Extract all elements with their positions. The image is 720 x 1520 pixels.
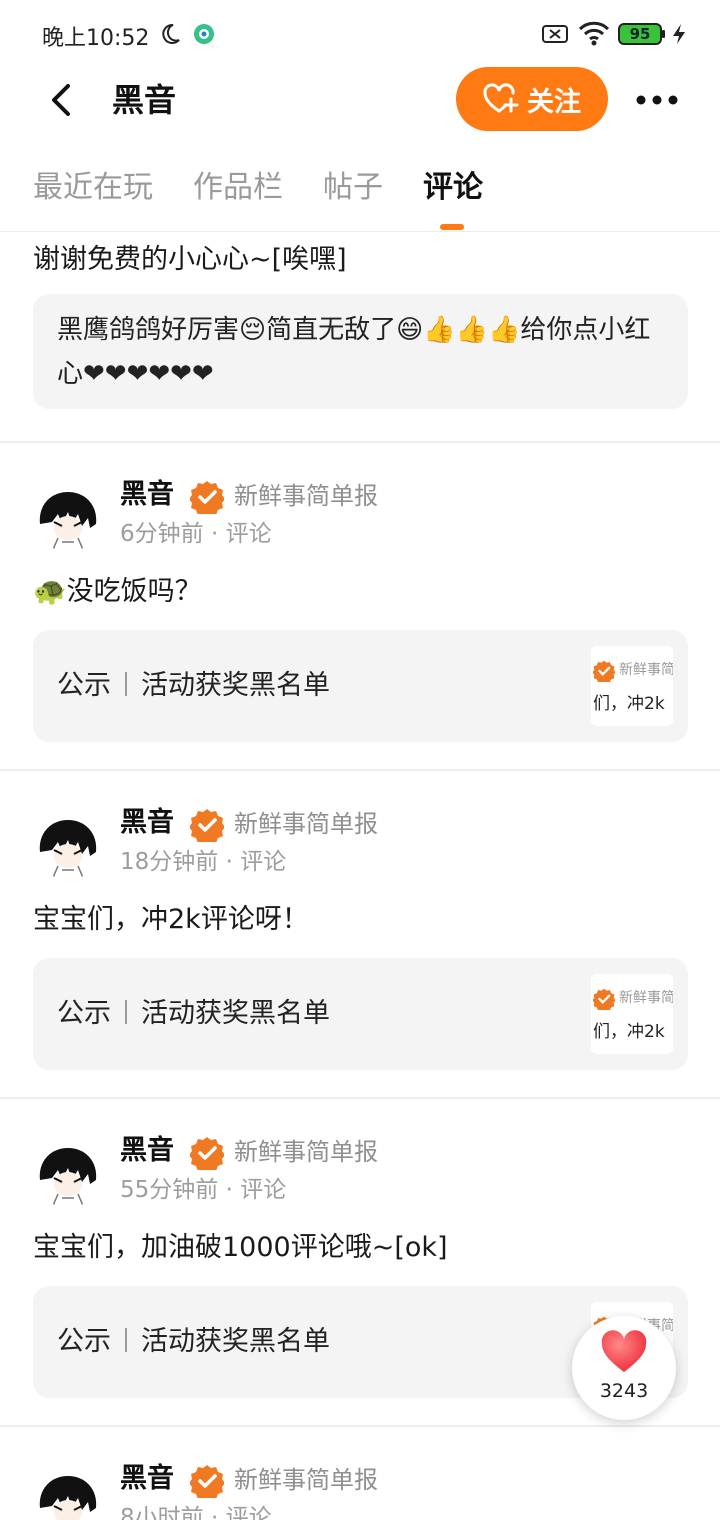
post-meta: 6分钟前 · 评论 [120,521,272,547]
author-source: 新鲜事简单报 [234,1138,378,1166]
referenced-post-title: 公示 活动获奖黑名单 [57,1322,330,1362]
ref-prefix: 公示 [57,670,111,701]
tab-recent-played[interactable]: 最近在玩 [33,168,153,208]
avatar-image [36,488,100,552]
referenced-post-card[interactable]: 公示 活动获奖黑名单 新鲜事简 们，冲2k [33,630,688,742]
tab-comments[interactable]: 评论 [423,168,483,208]
tab-works[interactable]: 作品栏 [193,168,283,208]
post-meta: 8小时前 · 评论 [120,1505,272,1520]
ref-prefix: 公示 [57,1326,111,1357]
quoted-comment-card[interactable]: 黑鹰鸽鸽好厉害😔简直无敌了😄👍👍👍给你点小红心❤❤❤❤❤❤ [33,294,688,409]
app-notification-icon [194,24,214,44]
divider [125,1000,127,1024]
referenced-post-thumbnail: 新鲜事简 们，冲2k [591,974,673,1054]
avatar[interactable] [36,1144,100,1208]
wifi-icon [578,21,610,46]
author-source: 新鲜事简单报 [234,1466,378,1494]
like-button[interactable]: 3243 [572,1316,676,1420]
partial-post-text: 谢谢免费的小心心~[唉嘿] [33,244,347,275]
thumb-text: 们，冲2k [593,694,665,714]
moon-icon [162,23,180,44]
no-sim-icon [542,25,568,43]
post-divider [0,1425,720,1427]
thumb-source: 新鲜事简 [619,662,673,678]
author-source: 新鲜事简单报 [234,482,378,510]
ref-prefix: 公示 [57,998,111,1029]
comment-body: 宝宝们，加油破1000评论哦~[ok] [33,1232,448,1263]
comment-body: 🐢没吃饭吗？ [33,576,202,607]
thumb-source: 新鲜事简 [619,990,673,1006]
heart-plus-icon [483,83,519,113]
thumb-header: 新鲜事简 [593,986,673,1010]
referenced-post-thumbnail: 新鲜事简 们，冲2k [591,646,673,726]
referenced-post-title: 公示 活动获奖黑名单 [57,666,330,706]
comment-post[interactable]: 黑音 新鲜事简单报 18分钟前 · 评论 宝宝们，冲2k评论呀！ 公示 活动获奖黑… [0,786,720,1106]
referenced-post-title: 公示 活动获奖黑名单 [57,994,330,1034]
avatar[interactable] [36,816,100,880]
post-divider [0,1097,720,1099]
profile-header: 黑音 关注 [0,64,720,136]
verified-badge-icon [190,1465,224,1498]
verified-badge-icon [190,809,224,842]
tab-posts[interactable]: 帖子 [323,168,383,208]
more-icon[interactable] [630,80,684,120]
status-bar: 晚上10:52 95 [0,0,720,70]
active-tab-indicator [440,224,464,230]
thumb-text: 们，冲2k [593,1022,665,1042]
post-divider [0,769,720,771]
post-meta: 55分钟前 · 评论 [120,1177,287,1203]
divider [125,672,127,696]
heart-icon [601,1330,647,1372]
page-title: 黑音 [112,81,177,119]
follow-label: 关注 [527,86,581,118]
verified-badge-icon [190,1137,224,1170]
ref-title: 活动获奖黑名单 [141,998,330,1029]
status-time: 晚上10:52 [42,26,150,51]
ref-title: 活动获奖黑名单 [141,1326,330,1357]
thumb-header: 新鲜事简 [593,658,673,682]
back-icon[interactable] [40,78,84,122]
comment-body: 宝宝们，冲2k评论呀！ [33,904,309,935]
avatar-image [36,1144,100,1208]
quoted-comment-text: 黑鹰鸽鸽好厉害😔简直无敌了😄👍👍👍给你点小红心❤❤❤❤❤❤ [57,315,651,389]
battery-level: 95 [629,25,651,43]
verified-badge-icon [593,660,615,682]
avatar[interactable] [36,1472,100,1520]
follow-button[interactable]: 关注 [456,67,608,131]
author-name[interactable]: 黑音 [120,476,174,514]
author-name[interactable]: 黑音 [120,1460,174,1498]
post-divider [0,441,720,443]
author-name[interactable]: 黑音 [120,804,174,842]
tabs-divider [0,231,720,232]
divider [125,1328,127,1352]
charging-icon [673,24,685,44]
comment-post[interactable]: 黑音 新鲜事简单报 8小时前 · 评论 [0,1442,720,1520]
comment-post[interactable]: 黑音 新鲜事简单报 6分钟前 · 评论 🐢没吃饭吗？ 公示 活动获奖黑名单 新鲜事… [0,458,720,778]
referenced-post-card[interactable]: 公示 活动获奖黑名单 新鲜事简 们，冲2k [33,958,688,1070]
author-source: 新鲜事简单报 [234,810,378,838]
profile-tabs: 最近在玩 作品栏 帖子 评论 [0,160,720,232]
ref-title: 活动获奖黑名单 [141,670,330,701]
post-meta: 18分钟前 · 评论 [120,849,287,875]
avatar-image [36,1472,100,1520]
avatar-image [36,816,100,880]
avatar[interactable] [36,488,100,552]
author-name[interactable]: 黑音 [120,1132,174,1170]
verified-badge-icon [190,481,224,514]
like-count: 3243 [599,1380,649,1402]
verified-badge-icon [593,988,615,1010]
